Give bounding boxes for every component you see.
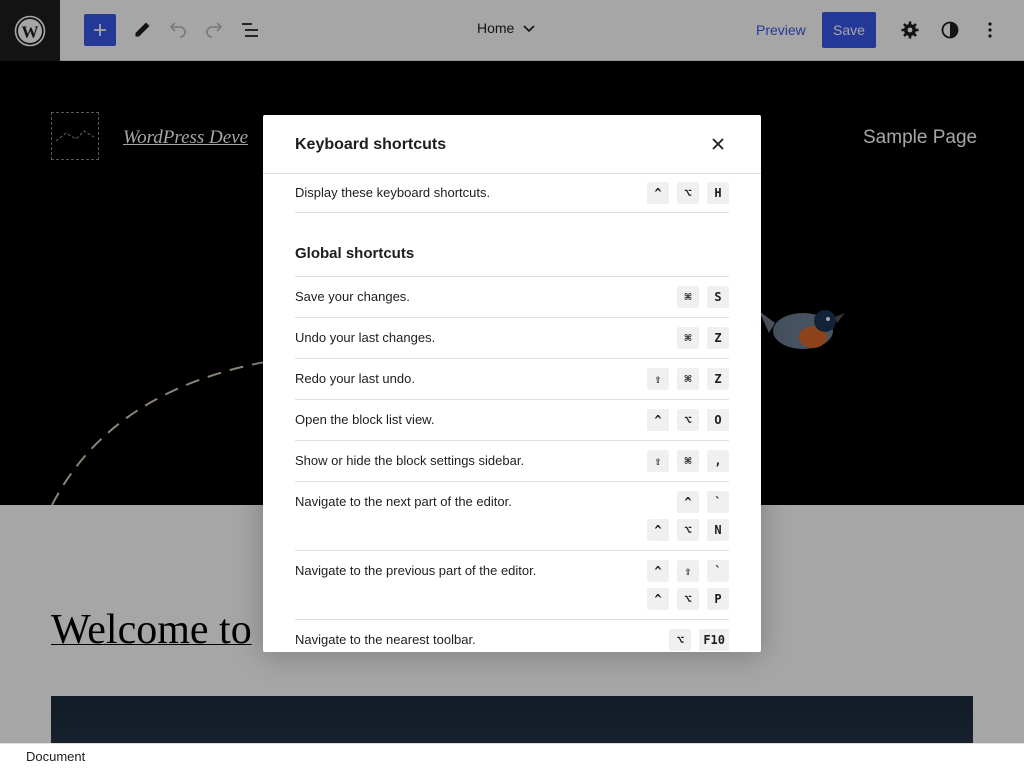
close-icon	[712, 138, 724, 150]
shortcut-keys: ⇧ ⌘,	[647, 441, 729, 481]
key-combination: ⇧ ⌘ Z	[647, 368, 729, 390]
keyboard-shortcuts-modal: Keyboard shortcuts Display these keyboar…	[263, 115, 761, 652]
key: ⌘	[677, 450, 699, 472]
section-title-global: Global shortcuts	[295, 213, 729, 277]
key: ⇧	[677, 560, 699, 582]
key: ⌘	[677, 286, 699, 308]
key-combination: ^ `	[647, 491, 729, 513]
key: ⇧	[647, 450, 669, 472]
shortcut-row: Navigate to the nearest toolbar. ⌥ F10	[295, 620, 729, 652]
key: ^	[647, 519, 669, 541]
key: S	[707, 286, 729, 308]
key: `	[707, 491, 729, 513]
modal-header: Keyboard shortcuts	[263, 115, 761, 174]
shortcut-description: Navigate to the nearest toolbar.	[295, 632, 476, 647]
shortcut-description: Undo your last changes.	[295, 330, 436, 345]
shortcut-keys: ^ ` ^ ⌥ N	[647, 482, 729, 550]
key: O	[707, 409, 729, 431]
key: ,	[707, 450, 729, 472]
key: ⌘	[677, 327, 699, 349]
shortcut-keys: ^ ⌥ H	[647, 174, 729, 212]
key-combination: ^ ⌥ P	[647, 588, 729, 610]
key: ^	[647, 560, 669, 582]
key: ⇧	[647, 368, 669, 390]
shortcut-description: Open the block list view.	[295, 412, 435, 427]
key: F10	[699, 629, 729, 651]
shortcut-row: Show or hide the block settings sidebar.…	[295, 441, 729, 482]
modal-title: Keyboard shortcuts	[295, 136, 447, 153]
shortcut-list: Save your changes. ⌘ S Undo your last chang…	[295, 277, 729, 652]
shortcut-keys: ⌘ Z	[677, 318, 729, 358]
shortcut-row: Save your changes. ⌘ S	[295, 277, 729, 318]
shortcut-description: Redo your last undo.	[295, 371, 415, 386]
key: Z	[707, 368, 729, 390]
key: Z	[707, 327, 729, 349]
key: ⌘	[677, 368, 699, 390]
shortcut-keys: ⌘ S	[677, 277, 729, 317]
shortcut-keys: ⇧ ⌘ Z	[647, 359, 729, 399]
key: ⌥	[677, 588, 699, 610]
shortcut-keys: ⌥ F10	[669, 620, 729, 652]
key-combination: ⇧ ⌘,	[647, 450, 729, 472]
shortcut-keys: ^ ⇧ ` ^ ⌥ P	[647, 551, 729, 619]
shortcut-description: Show or hide the block settings sidebar.	[295, 453, 525, 468]
key-combination: ^ ⌥ N	[647, 519, 729, 541]
key: ^	[647, 182, 669, 204]
key-combination: ^ ⇧ `	[647, 560, 729, 582]
key: H	[707, 182, 729, 204]
key-combination: ⌘ S	[677, 286, 729, 308]
key: ⌥	[677, 182, 699, 204]
key: `	[707, 560, 729, 582]
shortcut-row: Navigate to the previous part of the edi…	[295, 551, 729, 620]
key: ^	[647, 409, 669, 431]
key-combination: ⌘ Z	[677, 327, 729, 349]
shortcut-row: Undo your last changes. ⌘ Z	[295, 318, 729, 359]
modal-body[interactable]: Display these keyboard shortcuts. ^ ⌥ H …	[295, 174, 729, 652]
shortcut-row: Redo your last undo. ⇧ ⌘ Z	[295, 359, 729, 400]
shortcut-row: Display these keyboard shortcuts. ^ ⌥ H	[295, 174, 729, 213]
shortcut-row: Open the block list view. ^ ⌥ O	[295, 400, 729, 441]
key: ^	[647, 588, 669, 610]
key: ⌥	[677, 409, 699, 431]
block-breadcrumb-bar: Document	[0, 743, 1024, 768]
key: N	[707, 519, 729, 541]
shortcut-description: Navigate to the next part of the editor.	[295, 494, 512, 509]
key: P	[707, 588, 729, 610]
shortcut-description: Save your changes.	[295, 289, 410, 304]
key: ⌥	[677, 519, 699, 541]
key: ^	[677, 491, 699, 513]
breadcrumb-document[interactable]: Document	[26, 749, 85, 764]
shortcut-description: Navigate to the previous part of the edi…	[295, 563, 537, 578]
shortcut-row: Navigate to the next part of the editor.…	[295, 482, 729, 551]
key: ⌥	[669, 629, 692, 651]
close-button[interactable]	[706, 132, 730, 156]
key-combination: ⌥ F10	[669, 629, 729, 651]
key-combination: ^ ⌥ H	[647, 182, 729, 204]
key-combination: ^ ⌥ O	[647, 409, 729, 431]
shortcut-description: Display these keyboard shortcuts.	[295, 185, 491, 200]
shortcut-keys: ^ ⌥ O	[647, 400, 729, 440]
